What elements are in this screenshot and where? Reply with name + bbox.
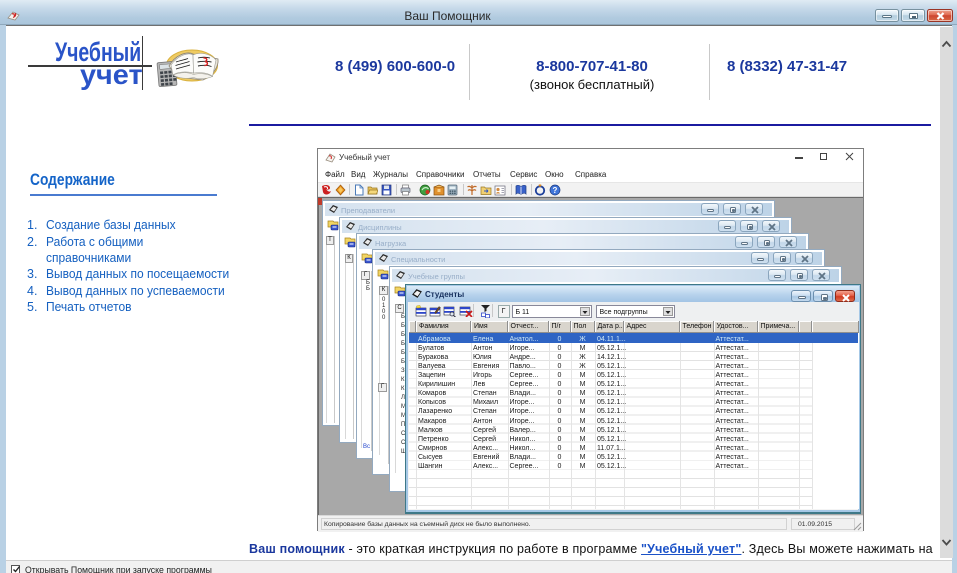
svg-text:?: ? [553,186,558,195]
